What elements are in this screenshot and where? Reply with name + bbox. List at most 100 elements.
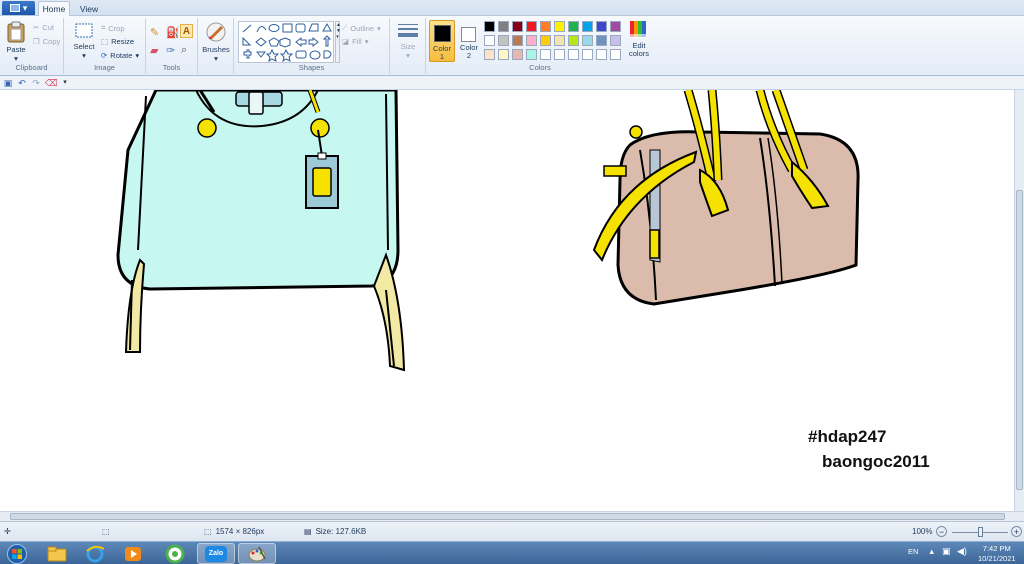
palette-swatch[interactable] — [554, 35, 565, 46]
colors-group: Color 1 Color 2 Edit colors Colors — [426, 18, 654, 74]
cursor-position-icon: ✛ — [4, 527, 11, 536]
windows-logo-icon — [7, 543, 27, 564]
palette-swatch[interactable] — [596, 35, 607, 46]
copy-button[interactable]: ❐ Copy — [33, 37, 60, 46]
language-indicator[interactable]: EN — [908, 547, 918, 556]
magnifier-icon: ⌕ — [181, 44, 188, 56]
horizontal-scroll-thumb[interactable] — [10, 513, 1005, 520]
image-dimensions: ⬚ 1574 × 826px — [204, 527, 264, 536]
vertical-scroll-thumb[interactable] — [1016, 190, 1023, 490]
magnifier-tool[interactable]: ⌕ — [181, 44, 187, 57]
text-tool[interactable]: A — [180, 24, 193, 38]
palette-swatch[interactable] — [512, 21, 523, 32]
cut-button[interactable]: ✂ Cut — [33, 23, 54, 32]
horizontal-scrollbar[interactable] — [0, 511, 1024, 521]
file-menu-button[interactable]: ▾ — [2, 1, 35, 15]
palette-swatch[interactable] — [484, 35, 495, 46]
palette-swatch[interactable] — [596, 21, 607, 32]
palette-swatch[interactable] — [582, 35, 593, 46]
quick-access-toolbar: ▣ ↶ ↷ ⌫ ▾ — [0, 76, 1024, 90]
palette-swatch[interactable] — [484, 49, 495, 60]
brushes-button[interactable]: Brushes ▾ — [201, 21, 231, 63]
clock[interactable]: 7:42 PM 10/21/2021 — [978, 544, 1016, 564]
palette-swatch[interactable] — [596, 49, 607, 60]
eraser-tool[interactable]: ▰ — [150, 44, 158, 57]
palette-swatch[interactable] — [484, 21, 495, 32]
show-hidden-icons[interactable]: ▲ — [928, 547, 935, 556]
palette-swatch[interactable] — [540, 49, 551, 60]
ie-taskbar-button[interactable] — [78, 543, 112, 564]
folder-icon — [47, 546, 67, 561]
palette-swatch[interactable] — [610, 21, 621, 32]
palette-swatch[interactable] — [568, 35, 579, 46]
palette-swatch[interactable] — [610, 49, 621, 60]
paste-button[interactable]: Paste ▾ — [3, 21, 29, 63]
color1-button[interactable]: Color 1 — [429, 20, 455, 62]
save-icon[interactable]: ▣ — [3, 78, 13, 88]
paste-label: Paste — [6, 45, 26, 54]
undo-icon[interactable]: ↶ — [17, 78, 27, 88]
palette-swatch[interactable] — [540, 35, 551, 46]
palette-swatch[interactable] — [498, 35, 509, 46]
drawing-canvas[interactable]: #hdap247 baongoc2011 — [0, 90, 1014, 511]
zoom-in-button[interactable]: + — [1011, 526, 1022, 537]
pencil-tool[interactable]: ✎ — [150, 26, 159, 39]
tab-home[interactable]: Home — [38, 1, 70, 16]
palette-swatch[interactable] — [540, 21, 551, 32]
redo-icon[interactable]: ↷ — [31, 78, 41, 88]
palette-swatch[interactable] — [554, 21, 565, 32]
palette-swatch[interactable] — [568, 21, 579, 32]
clock-date: 10/21/2021 — [978, 554, 1016, 563]
zoom-slider-thumb[interactable] — [978, 527, 983, 537]
palette-swatch[interactable] — [526, 35, 537, 46]
color2-button[interactable]: Color 2 — [457, 20, 481, 62]
paint-taskbar-button[interactable] — [238, 543, 276, 564]
zalo-taskbar-button[interactable]: Zalo — [197, 543, 235, 564]
chevron-down-icon: ▾ — [14, 54, 18, 63]
eraser-icon: ▰ — [150, 45, 159, 57]
crop-button[interactable]: ⌗ Crop — [101, 23, 125, 33]
rotate-button[interactable]: ⟳ Rotate ▾ — [101, 51, 139, 60]
outline-button[interactable]: ⟋ Outline ▾ — [342, 23, 381, 33]
zoom-out-button[interactable]: − — [936, 526, 947, 537]
size-label: Size — [400, 42, 416, 51]
palette-swatch[interactable] — [512, 35, 523, 46]
palette-swatch[interactable] — [568, 49, 579, 60]
shapes-gallery-scroll[interactable]: ▲ ▼ ▾ — [335, 21, 341, 63]
tab-view[interactable]: View — [73, 1, 105, 16]
shapes-gallery[interactable] — [238, 21, 334, 63]
image-group: Select ▾ ⌗ Crop ⬚ Resize ⟳ Rotate ▾ Image — [64, 18, 146, 74]
explorer-taskbar-button[interactable] — [40, 543, 74, 564]
palette-swatch[interactable] — [498, 21, 509, 32]
fill-button[interactable]: ◪ Fill ▾ — [342, 37, 368, 46]
customize-qat-icon[interactable]: ▾ — [60, 78, 70, 88]
vertical-scrollbar[interactable] — [1014, 90, 1024, 511]
brushes-label: Brushes — [202, 45, 230, 54]
edit-colors-button[interactable]: Edit colors — [626, 20, 652, 64]
eyedropper-icon: ✑ — [166, 45, 176, 57]
fill-tool[interactable]: ⛽ — [166, 26, 180, 39]
select-button[interactable]: Select ▾ — [70, 22, 98, 60]
dimensions-icon: ⬚ — [204, 527, 212, 536]
network-icon[interactable]: ▣ — [942, 546, 951, 557]
username-text: baongoc2011 — [822, 452, 930, 471]
clipboard-group-label: Clipboard — [15, 63, 48, 72]
file-size-text: Size: 127.6KB — [315, 527, 367, 536]
media-player-taskbar-button[interactable] — [116, 543, 150, 564]
palette-swatch[interactable] — [582, 21, 593, 32]
palette-swatch[interactable] — [526, 21, 537, 32]
palette-swatch[interactable] — [554, 49, 565, 60]
color-picker-tool[interactable]: ✑ — [166, 44, 175, 57]
color1-label: Color 1 — [433, 44, 451, 61]
palette-swatch[interactable] — [498, 49, 509, 60]
resize-button[interactable]: ⬚ Resize — [101, 37, 134, 46]
eraser-qat-icon[interactable]: ⌫ — [45, 78, 58, 88]
palette-swatch[interactable] — [526, 49, 537, 60]
palette-swatch[interactable] — [610, 35, 621, 46]
volume-icon[interactable]: ◀) — [957, 546, 967, 557]
coccoc-taskbar-button[interactable] — [158, 543, 192, 564]
palette-swatch[interactable] — [512, 49, 523, 60]
start-button[interactable] — [2, 543, 32, 564]
palette-swatch[interactable] — [582, 49, 593, 60]
size-button[interactable]: Size ▾ — [394, 22, 422, 60]
